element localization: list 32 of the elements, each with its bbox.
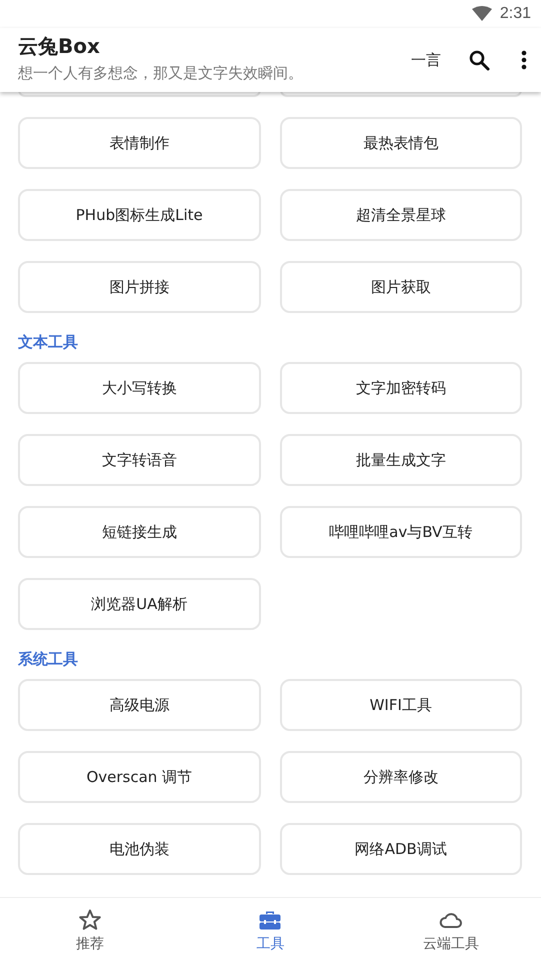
tool-button[interactable]: 电池伪装 <box>18 823 260 875</box>
star-icon <box>78 908 102 932</box>
tool-button[interactable]: 分辨率修改 <box>280 751 522 803</box>
app-subtitle: 想一个人有多想念，那又是文字失效瞬间。 <box>18 64 303 83</box>
wifi-icon <box>472 6 492 22</box>
status-time: 2:31 <box>500 5 531 23</box>
app-title: 云兔Box <box>18 33 100 60</box>
nav-tab[interactable]: 推荐 <box>0 898 180 962</box>
tool-button[interactable]: 批量生成文字 <box>280 434 522 486</box>
tool-button[interactable]: 短链接生成 <box>18 506 260 558</box>
quote-button[interactable]: 一言 <box>407 46 445 74</box>
tool-button[interactable]: 浏览器UA解析 <box>18 578 260 630</box>
search-icon[interactable] <box>467 48 491 72</box>
nav-tab[interactable]: 云端工具 <box>360 898 541 962</box>
tool-button[interactable]: 超清全景星球 <box>280 189 522 241</box>
section-header: 系统工具 <box>18 650 78 669</box>
tool-button[interactable]: 哔哩哔哩av与BV互转 <box>280 506 522 558</box>
tool-button[interactable]: 文字加密转码 <box>280 362 522 414</box>
tool-button[interactable]: 图片拼接 <box>18 261 260 313</box>
tool-button[interactable]: WIFI工具 <box>280 679 522 731</box>
tool-button[interactable]: 高级电源 <box>18 679 260 731</box>
tool-button[interactable]: 最热表情包 <box>280 117 522 169</box>
tool-button[interactable]: 文字转语音 <box>18 434 260 486</box>
more-icon[interactable] <box>521 48 527 72</box>
section-header: 文本工具 <box>18 333 78 352</box>
tool-button[interactable]: 图片获取 <box>280 261 522 313</box>
tool-button[interactable]: Overscan 调节 <box>18 751 260 803</box>
tool-button[interactable]: PHub图标生成Lite <box>18 189 260 241</box>
tool-button[interactable]: 网络ADB调试 <box>280 823 522 875</box>
tool-button[interactable]: 表情制作 <box>18 117 260 169</box>
nav-tab[interactable]: 工具 <box>180 898 361 962</box>
tool-button[interactable]: 大小写转换 <box>18 362 260 414</box>
